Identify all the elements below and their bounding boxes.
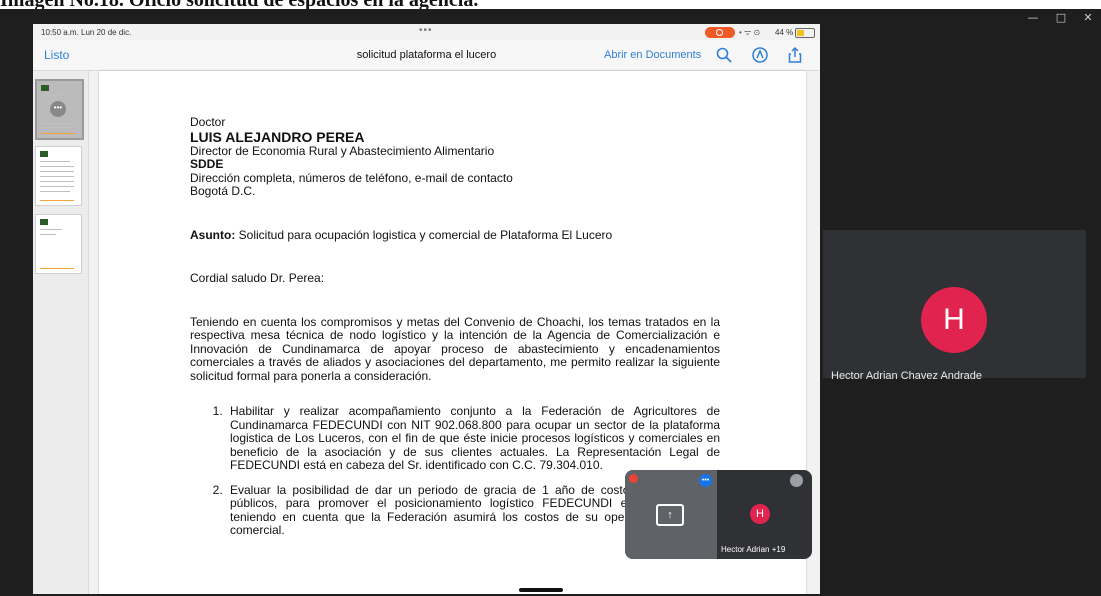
presenting-preview[interactable]: ••• ↑	[625, 470, 717, 559]
request-item: Habilitar y realizar acompañamiento conj…	[226, 404, 720, 473]
subject-label: Asunto:	[190, 227, 236, 242]
mic-muted-icon	[790, 474, 803, 487]
recipient-city: Bogotá D.C.	[190, 184, 256, 198]
thumbnail-page-1[interactable]: •••	[35, 79, 84, 140]
record-indicator-icon	[705, 27, 735, 38]
status-bar: 10:50 a.m. Lun 20 de dic. ••• • ᯤ ⊙ 44 %	[33, 24, 820, 40]
document-toolbar: Listo solicitud plataforma el lucero Abr…	[33, 40, 820, 71]
salutation-title: Doctor	[190, 115, 226, 129]
body-paragraph: Teniendo en cuenta los compromisos y met…	[190, 314, 720, 383]
recipient-position: Director de Economia Rural y Abastecimie…	[190, 143, 495, 158]
document-title: solicitud plataforma el lucero	[356, 49, 497, 61]
signal-icons: • ᯤ ⊙	[739, 28, 761, 37]
status-time: 10:50 a.m. Lun 20 de dic.	[41, 28, 132, 37]
self-name-label: Hector Adrian +19	[721, 545, 786, 554]
minimize-button[interactable]: —	[1018, 9, 1048, 27]
meeting-window: — □ ✕ 10:50 a.m. Lun 20 de dic. ••• • ᯤ …	[0, 9, 1101, 596]
more-participants-count: +19	[771, 545, 786, 554]
participant-name: Hector Adrian Chavez Andrade	[831, 370, 983, 382]
page-thumbnails: •••	[33, 71, 89, 594]
maximize-button[interactable]: □	[1046, 9, 1076, 27]
multitask-dots[interactable]: •••	[419, 25, 433, 36]
search-icon[interactable]	[715, 46, 733, 64]
thumbnail-page-3[interactable]	[35, 214, 82, 274]
more-options-icon[interactable]: •••	[50, 101, 66, 117]
subject-line: Asunto: Solicitud para ocupación logisti…	[190, 227, 720, 243]
present-screen-icon: ↑	[656, 504, 684, 526]
recipient-contact: Dirección completa, números de teléfono,…	[190, 170, 513, 185]
recipient-org: SDDE	[190, 157, 224, 171]
open-in-documents-button[interactable]: Abrir en Documents	[604, 49, 701, 61]
figure-caption: Imagen No.18. Oficio solicitud de espaci…	[0, 0, 820, 9]
markup-icon[interactable]	[751, 46, 769, 64]
thumbnail-page-2[interactable]	[35, 146, 82, 206]
stop-presenting-icon[interactable]	[629, 474, 638, 483]
recipient-name: LUIS ALEJANDRO PEREA	[190, 128, 365, 145]
more-options-icon[interactable]: •••	[699, 474, 712, 487]
battery-icon	[795, 28, 815, 38]
scroll-indicator	[519, 588, 563, 592]
greeting: Cordial saludo Dr. Perea:	[190, 271, 325, 285]
participant-avatar: H	[921, 287, 987, 353]
battery-percent: 44 %	[775, 28, 794, 37]
close-button[interactable]: ✕	[1073, 9, 1101, 27]
self-avatar: H	[750, 504, 770, 524]
share-icon[interactable]	[786, 46, 804, 64]
subject-text: Solicitud para ocupación logistica y com…	[238, 227, 613, 242]
self-view-panel[interactable]: ••• ↑ H Hector Adrian +19	[625, 470, 812, 559]
